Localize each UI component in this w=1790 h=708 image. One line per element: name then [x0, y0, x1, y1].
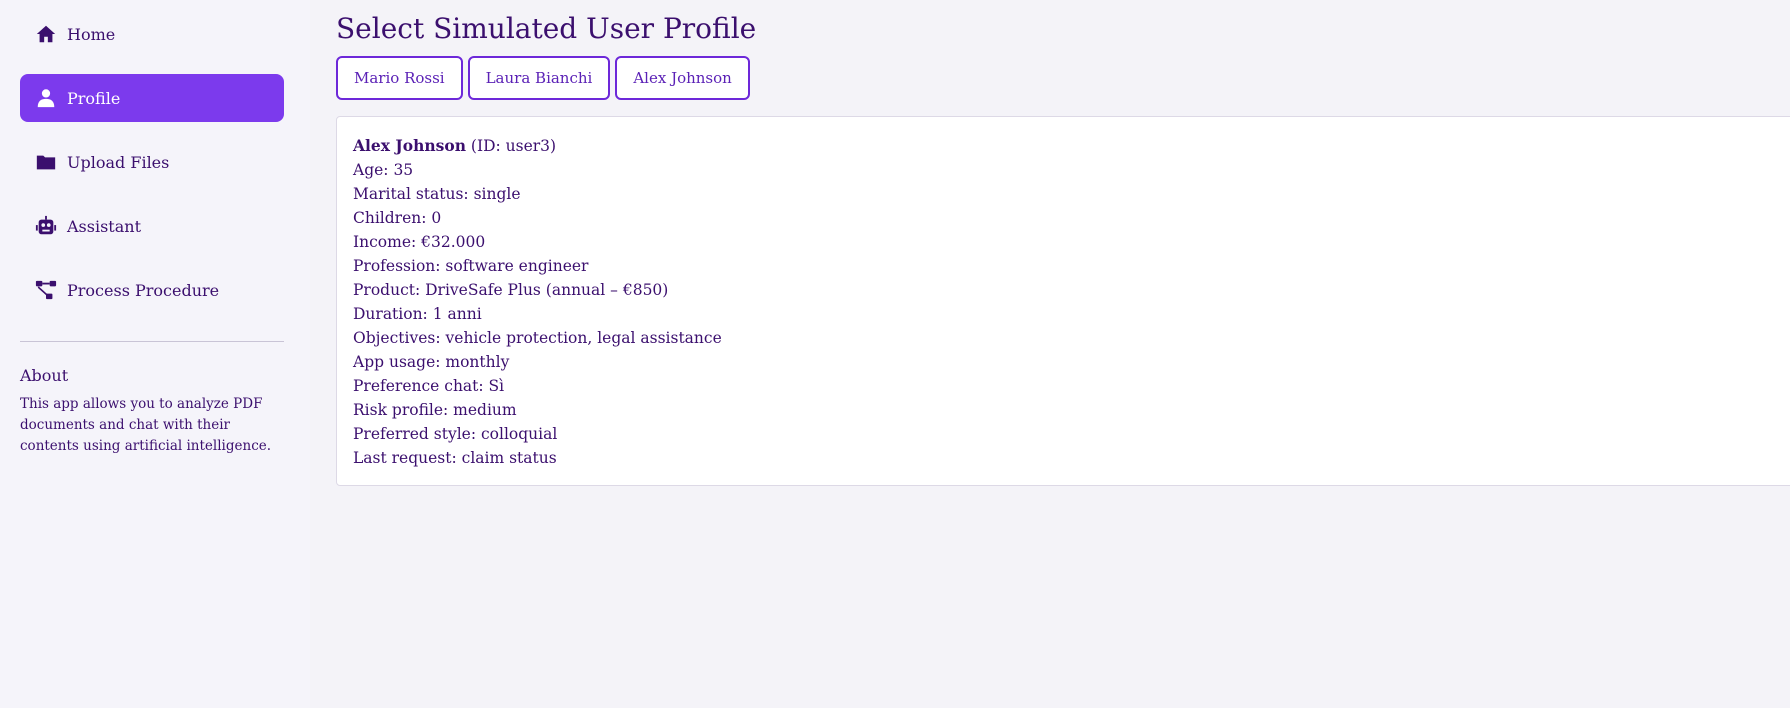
- profile-app-usage: App usage: monthly: [353, 353, 510, 371]
- profile-children: Children: 0: [353, 209, 442, 227]
- about-text: This app allows you to analyze PDF docum…: [20, 396, 272, 454]
- profile-last-request: Last request: claim status: [353, 449, 557, 467]
- profile-duration: Duration: 1 anni: [353, 305, 482, 323]
- sidebar: Home Profile Upload Files Assistant Proc…: [0, 0, 310, 708]
- profile-income: Income: €32.000: [353, 233, 486, 251]
- home-icon: [36, 25, 56, 43]
- profile-preference-chat: Preference chat: Sì: [353, 377, 505, 395]
- profile-button-alex-johnson[interactable]: Alex Johnson: [615, 56, 750, 100]
- profile-selector: Mario Rossi Laura Bianchi Alex Johnson: [336, 56, 750, 100]
- folder-icon: [36, 155, 56, 170]
- sidebar-item-label: Upload Files: [67, 152, 170, 172]
- page-title: Select Simulated User Profile: [336, 12, 757, 45]
- profile-id: (ID: user3): [470, 137, 557, 155]
- sidebar-item-profile[interactable]: Profile: [20, 74, 284, 122]
- sidebar-divider: [20, 341, 284, 342]
- sidebar-item-home[interactable]: Home: [20, 10, 284, 58]
- profile-risk-profile: Risk profile: medium: [353, 401, 517, 419]
- workflow-icon: [35, 280, 57, 300]
- main-content: Select Simulated User Profile Mario Ross…: [336, 0, 1790, 708]
- profile-button-mario-rossi[interactable]: Mario Rossi: [336, 56, 463, 100]
- sidebar-item-label: Process Procedure: [67, 280, 220, 300]
- profile-profession: Profession: software engineer: [353, 257, 589, 275]
- sidebar-item-assistant[interactable]: Assistant: [20, 202, 284, 250]
- user-icon: [37, 89, 55, 108]
- sidebar-item-label: Assistant: [67, 216, 142, 236]
- sidebar-item-upload-files[interactable]: Upload Files: [20, 138, 284, 186]
- sidebar-item-label: Profile: [67, 88, 121, 108]
- profile-product: Product: DriveSafe Plus (annual – €850): [353, 281, 669, 299]
- profile-age: Age: 35: [353, 161, 414, 179]
- profile-marital-status: Marital status: single: [353, 185, 521, 203]
- profile-header: Alex Johnson (ID: user3): [353, 134, 1789, 158]
- profile-name: Alex Johnson: [353, 136, 466, 155]
- sidebar-item-process-procedure[interactable]: Process Procedure: [20, 266, 284, 314]
- sidebar-item-label: Home: [67, 24, 116, 44]
- profile-card: Alex Johnson (ID: user3) Age: 35 Marital…: [336, 116, 1790, 486]
- about-title: About: [20, 366, 69, 385]
- profile-objectives: Objectives: vehicle protection, legal as…: [353, 329, 722, 347]
- robot-icon: [35, 215, 57, 235]
- profile-preferred-style: Preferred style: colloquial: [353, 425, 558, 443]
- profile-button-laura-bianchi[interactable]: Laura Bianchi: [467, 56, 611, 100]
